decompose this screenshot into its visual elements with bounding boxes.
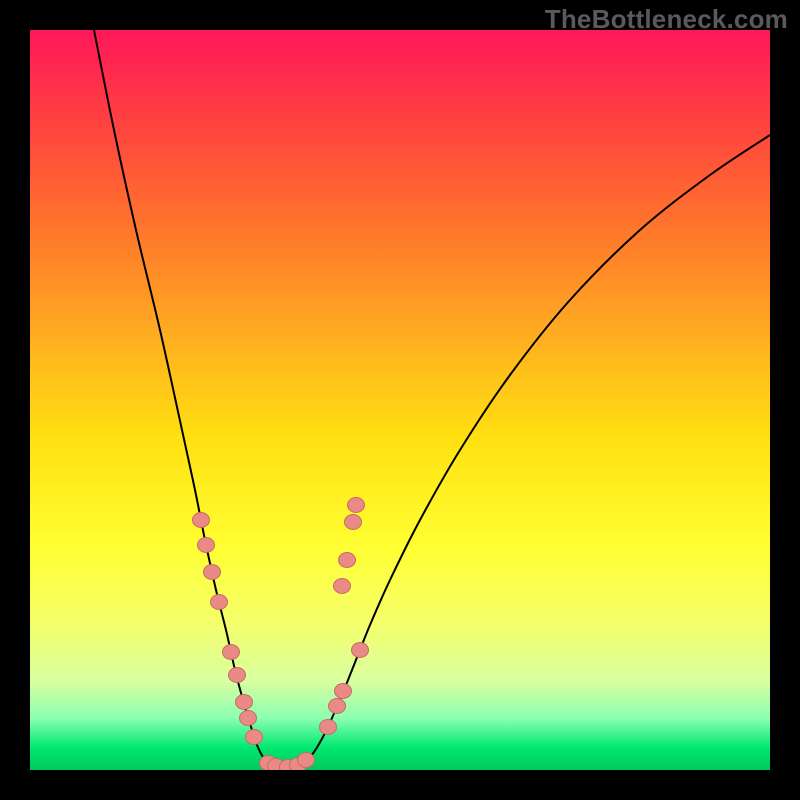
data-marker [240, 711, 257, 726]
data-marker [223, 645, 240, 660]
data-marker [229, 668, 246, 683]
data-marker [334, 579, 351, 594]
data-marker [320, 720, 337, 735]
data-marker [339, 553, 356, 568]
data-marker [236, 695, 253, 710]
chart-svg [30, 30, 770, 770]
data-marker [204, 565, 221, 580]
data-marker [345, 515, 362, 530]
chart-frame: TheBottleneck.com [0, 0, 800, 800]
curve-right-branch [286, 135, 770, 768]
curve-layer [94, 30, 770, 768]
curve-left-branch [94, 30, 286, 768]
data-marker [298, 753, 315, 768]
data-marker [246, 730, 263, 745]
watermark-text: TheBottleneck.com [545, 4, 788, 35]
data-marker [193, 513, 210, 528]
data-marker [352, 643, 369, 658]
data-marker [211, 595, 228, 610]
data-marker [329, 699, 346, 714]
data-marker [335, 684, 352, 699]
data-marker [348, 498, 365, 513]
data-marker [198, 538, 215, 553]
plot-area [30, 30, 770, 770]
marker-layer [193, 498, 369, 771]
